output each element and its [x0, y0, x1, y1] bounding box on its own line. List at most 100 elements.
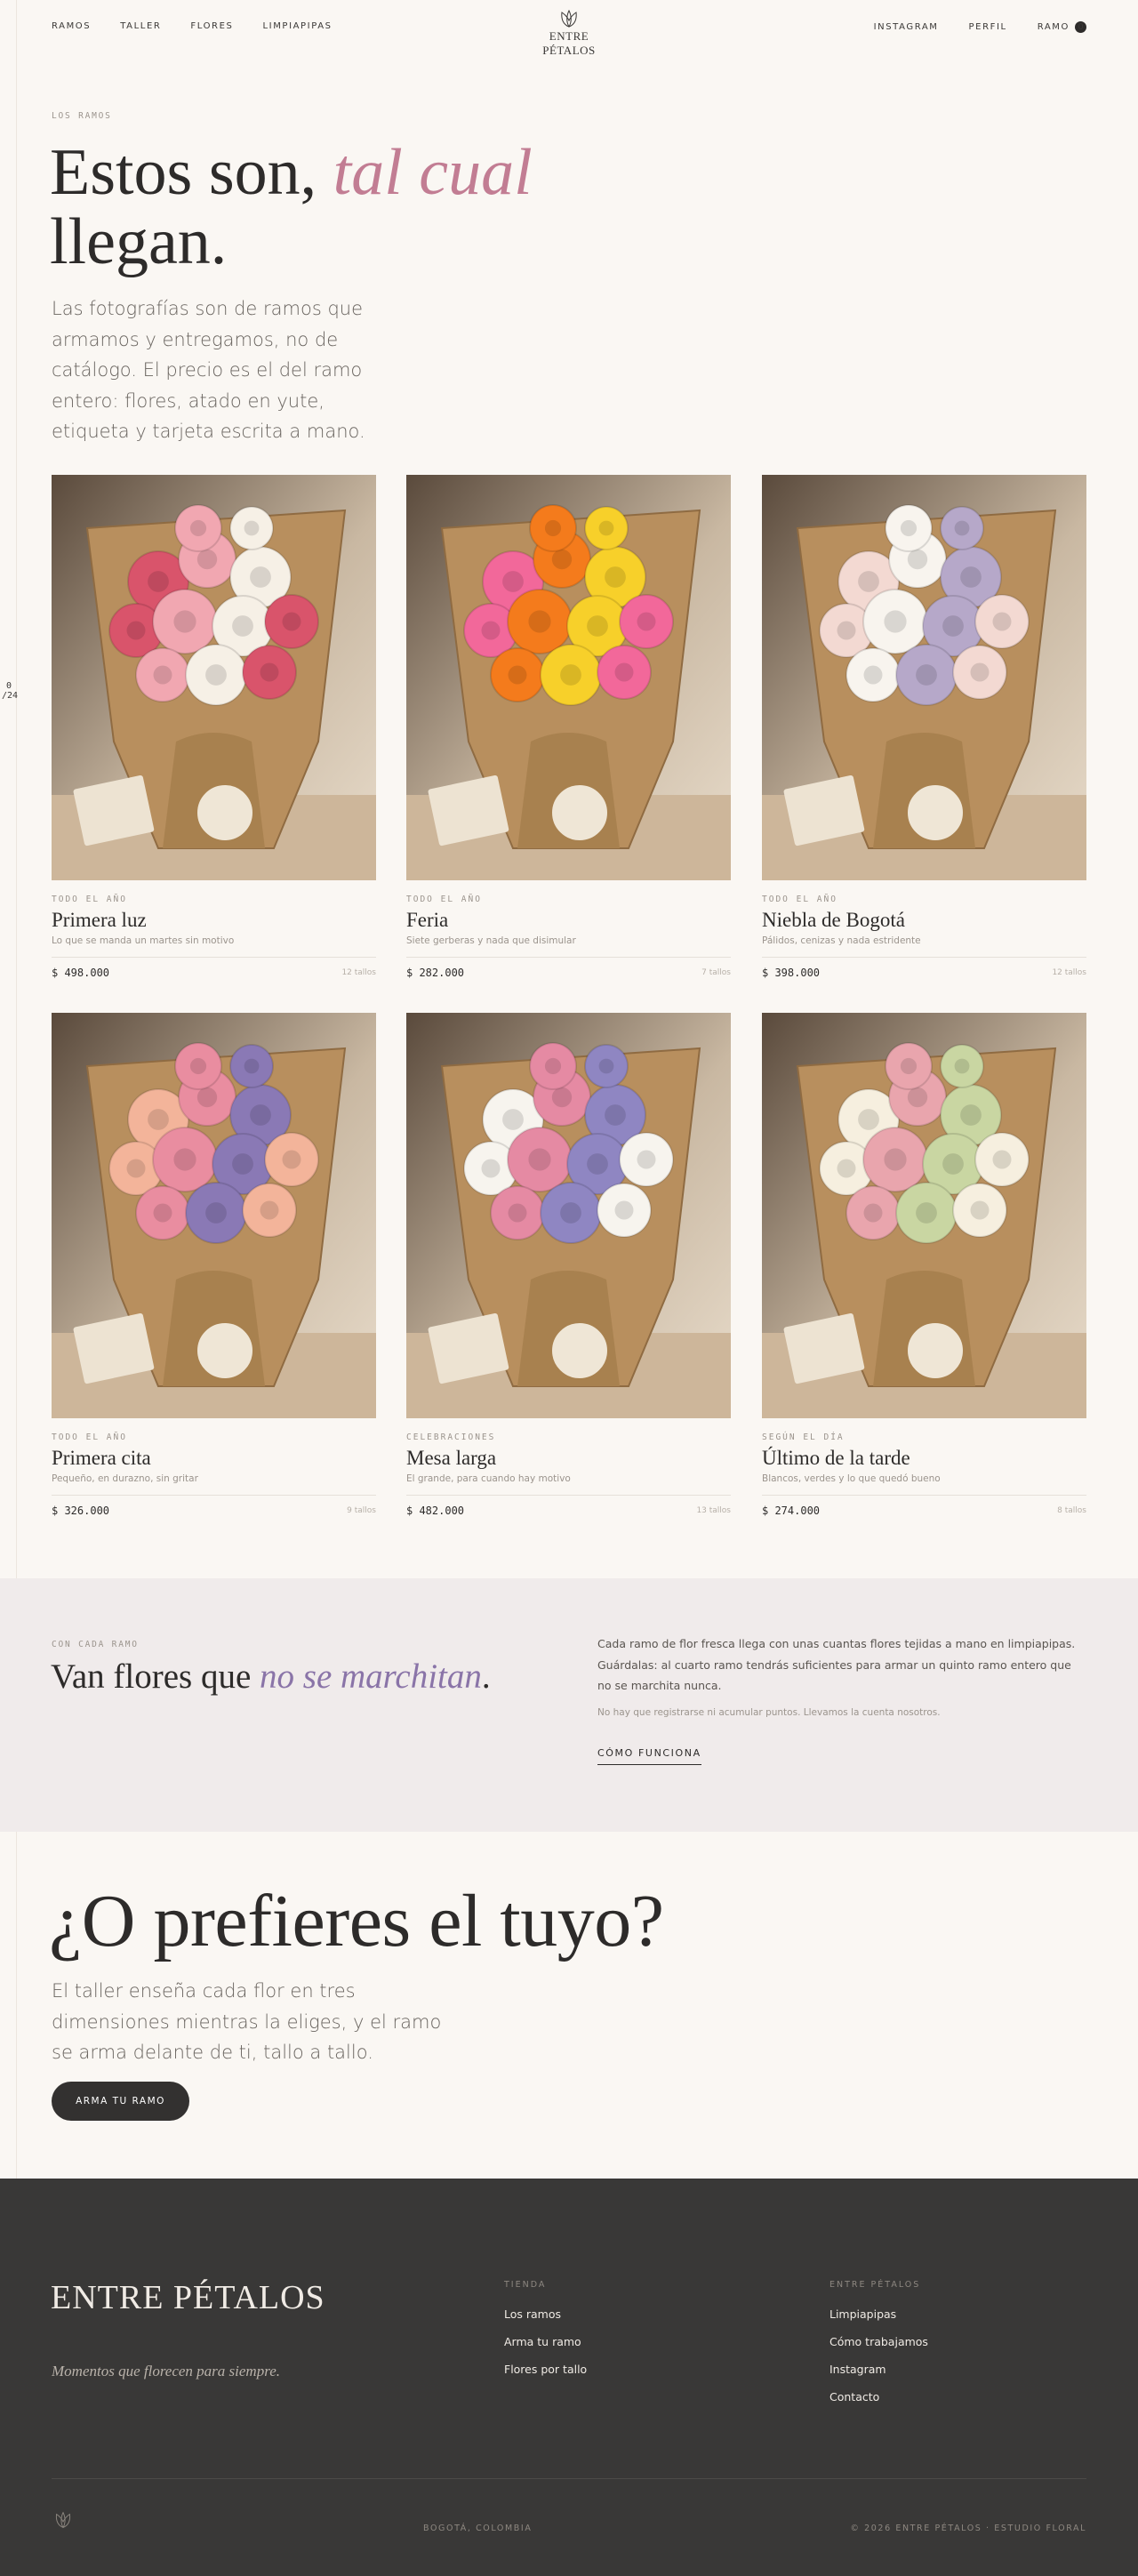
product-eyebrow: SEGÚN EL DÍA	[762, 1432, 845, 1442]
footer-col-title: TIENDA	[504, 2280, 547, 2290]
band-eyebrow: CON CADA RAMO	[52, 1640, 139, 1649]
product-price: $ 398.000	[762, 967, 821, 979]
band-title-b: .	[481, 1657, 491, 1696]
logo-text: ENTRE PÉTALOS	[542, 29, 596, 57]
band-title-accent: no se marchitan	[260, 1657, 482, 1696]
tulip-logo-icon	[55, 2511, 71, 2529]
product-stems: 8 tallos	[1057, 1506, 1086, 1515]
nav-limpiapipas[interactable]: LIMPIAPIPAS	[262, 21, 332, 31]
product-subtitle: Pálidos, cenizas y nada estridente	[762, 935, 921, 946]
footer-link-contacto[interactable]: Contacto	[829, 2390, 928, 2403]
main-nav: RAMOS TALLER FLORES LIMPIAPIPAS	[52, 21, 362, 31]
nav-ramos[interactable]: RAMOS	[52, 21, 91, 31]
product-card[interactable]: TODO EL AÑO Primera cita Pequeño, en duraz…	[52, 1013, 376, 1517]
product-meta: $ 326.000 9 tallos	[52, 1505, 376, 1517]
hero-title-a: Estos son,	[50, 136, 333, 209]
build-bouquet-button[interactable]: ARMA TU RAMO	[52, 2082, 189, 2121]
product-name[interactable]: Mesa larga	[406, 1447, 731, 1470]
product-photo[interactable]	[762, 1013, 1086, 1418]
footer-copyright: © 2026 ENTRE PÉTALOS · ESTUDIO FLORAL	[850, 2524, 1086, 2533]
product-stems: 12 tallos	[341, 968, 376, 977]
product-meta: $ 282.000 7 tallos	[406, 967, 731, 979]
nav-perfil[interactable]: PERFIL	[969, 22, 1007, 32]
product-card[interactable]: TODO EL AÑO Primera luz Lo que se manda un…	[52, 475, 376, 979]
nav-instagram[interactable]: INSTAGRAM	[874, 22, 939, 32]
product-stems: 9 tallos	[347, 1506, 376, 1515]
product-price: $ 482.000	[406, 1505, 465, 1517]
product-card[interactable]: CELEBRACIONES Mesa larga El grande, para c…	[406, 1013, 731, 1517]
footer-brand: ENTRE PÉTALOS	[51, 2279, 325, 2316]
how-it-works-link[interactable]: CÓMO FUNCIONA	[597, 1747, 701, 1765]
hero-title-accent: tal cual	[333, 136, 533, 209]
product-price: $ 282.000	[406, 967, 465, 979]
footer-col-brand: ENTRE PÉTALOS Limpiapipas Cómo trabajamo…	[829, 2280, 928, 2418]
product-eyebrow: TODO EL AÑO	[762, 895, 837, 904]
product-name[interactable]: Feria	[406, 909, 731, 932]
footer-divider	[52, 2478, 1086, 2479]
card-divider	[762, 1495, 1086, 1496]
product-subtitle: Pequeño, en durazno, sin gritar	[52, 1473, 198, 1484]
tulip-logo-icon	[561, 9, 577, 28]
footer-link-arma[interactable]: Arma tu ramo	[504, 2335, 587, 2348]
product-card[interactable]: TODO EL AÑO Niebla de Bogotá Pálidos, ceni…	[762, 475, 1086, 979]
product-stems: 13 tallos	[696, 1506, 731, 1515]
card-divider	[52, 957, 376, 958]
product-meta: $ 398.000 12 tallos	[762, 967, 1086, 979]
cart-count-badge: 0	[1075, 21, 1086, 33]
footer-link-limpiapipas[interactable]: Limpiapipas	[829, 2307, 928, 2321]
hero-title-b: llegan.	[50, 205, 228, 278]
product-photo[interactable]	[406, 1013, 731, 1418]
hero-eyebrow: LOS RAMOS	[52, 111, 112, 121]
band-text: Cada ramo de flor fresca llega con unas …	[597, 1637, 1076, 1692]
nav-cart[interactable]: RAMO 0	[1038, 21, 1086, 33]
footer-link-flores[interactable]: Flores por tallo	[504, 2363, 587, 2376]
card-divider	[406, 1495, 731, 1496]
product-subtitle: El grande, para cuando hay motivo	[406, 1473, 571, 1484]
product-photo[interactable]	[52, 475, 376, 880]
product-photo[interactable]	[762, 475, 1086, 880]
product-eyebrow: TODO EL AÑO	[52, 1432, 127, 1442]
footer-location: BOGOTÁ, COLOMBIA	[423, 2524, 533, 2533]
footer-col-tienda: TIENDA Los ramos Arma tu ramo Flores por…	[504, 2280, 587, 2390]
product-price: $ 326.000	[52, 1505, 110, 1517]
product-price: $ 498.000	[52, 967, 110, 979]
product-subtitle: Lo que se manda un martes sin motivo	[52, 935, 235, 946]
nav-flores[interactable]: FLORES	[190, 21, 233, 31]
product-eyebrow: TODO EL AÑO	[406, 895, 482, 904]
card-divider	[52, 1495, 376, 1496]
custom-title: ¿O prefieres el tuyo?	[49, 1880, 664, 1962]
custom-description: El taller enseña cada flor en tres dimen…	[52, 1980, 442, 2063]
hero-title: Estos son, tal cual llegan.	[50, 138, 548, 277]
product-card[interactable]: TODO EL AÑO Feria Siete gerberas y nada qu…	[406, 475, 731, 979]
utility-nav: INSTAGRAM PERFIL RAMO 0	[844, 21, 1086, 33]
site-footer: ENTRE PÉTALOS Momentos que florecen para…	[0, 2179, 1138, 2576]
card-divider	[406, 957, 731, 958]
product-price: $ 274.000	[762, 1505, 821, 1517]
product-photo[interactable]	[406, 475, 731, 880]
product-name[interactable]: Primera luz	[52, 909, 376, 932]
site-logo[interactable]: ENTRE PÉTALOS	[525, 9, 613, 58]
product-photo[interactable]	[52, 1013, 376, 1418]
nav-taller[interactable]: TALLER	[120, 21, 161, 31]
product-meta: $ 482.000 13 tallos	[406, 1505, 731, 1517]
product-stems: 12 tallos	[1052, 968, 1086, 977]
product-card[interactable]: SEGÚN EL DÍA Último de la tarde Blancos, v…	[762, 1013, 1086, 1517]
product-subtitle: Siete gerberas y nada que disimular	[406, 935, 576, 946]
product-meta: $ 274.000 8 tallos	[762, 1505, 1086, 1517]
slide-counter: 0 /24	[2, 681, 19, 701]
product-eyebrow: TODO EL AÑO	[52, 895, 127, 904]
footer-link-como[interactable]: Cómo trabajamos	[829, 2335, 928, 2348]
product-name[interactable]: Último de la tarde	[762, 1447, 1086, 1470]
band-title-a: Van flores que	[51, 1657, 260, 1696]
footer-link-ramos[interactable]: Los ramos	[504, 2307, 587, 2321]
promo-band: CON CADA RAMO Van flores que no se march…	[0, 1578, 1138, 1832]
card-divider	[762, 957, 1086, 958]
counter-total: /24	[2, 691, 19, 701]
product-eyebrow: CELEBRACIONES	[406, 1432, 496, 1442]
counter-current: 0	[5, 681, 12, 691]
product-name[interactable]: Niebla de Bogotá	[762, 909, 1086, 932]
product-name[interactable]: Primera cita	[52, 1447, 376, 1470]
footer-link-instagram[interactable]: Instagram	[829, 2363, 928, 2376]
site-header: RAMOS TALLER FLORES LIMPIAPIPAS ENTRE PÉ…	[0, 0, 1138, 57]
product-meta: $ 498.000 12 tallos	[52, 967, 376, 979]
